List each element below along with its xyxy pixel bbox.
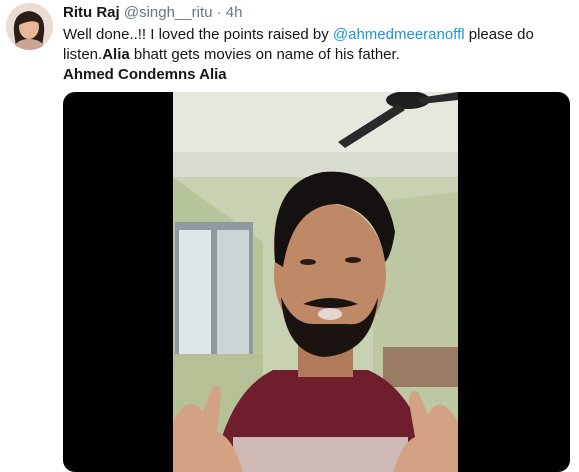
mention-link[interactable]: @ahmedmeeranoffl xyxy=(333,26,465,43)
tweet-text-part: Well done..!! I loved the points raised … xyxy=(63,26,333,43)
avatar-image xyxy=(6,3,53,50)
video-frame[interactable] xyxy=(173,92,458,472)
bold-text: Alia xyxy=(102,46,130,63)
tweet-text-part: bhatt gets movies on name of his father. xyxy=(129,46,400,63)
tweet-text: Well done..!! I loved the points raised … xyxy=(63,25,568,85)
hashtag-line[interactable]: Ahmed Condemns Alia xyxy=(63,66,227,83)
video-player[interactable] xyxy=(63,92,570,472)
author-avatar[interactable] xyxy=(6,3,53,50)
author-handle[interactable]: @singh__ritu xyxy=(124,4,213,21)
tweet-header: Ritu Raj @singh__ritu · 4h xyxy=(63,4,242,21)
author-name[interactable]: Ritu Raj xyxy=(63,4,120,21)
tweet-timestamp[interactable]: 4h xyxy=(226,4,243,21)
video-still xyxy=(173,92,458,472)
meta-separator: · xyxy=(216,4,222,21)
